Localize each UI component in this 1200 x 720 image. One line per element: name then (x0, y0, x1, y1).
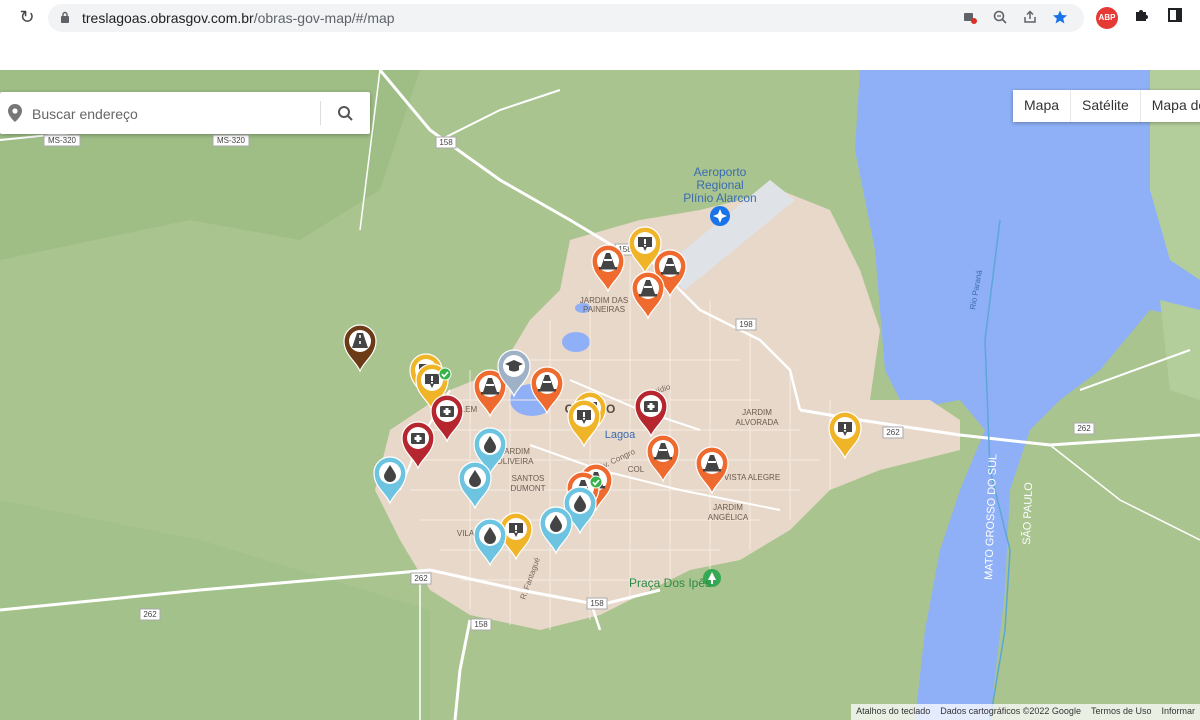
map-type-satelite[interactable]: Satélite (1071, 90, 1141, 122)
map-marker-drop[interactable] (373, 456, 407, 505)
url-host: treslagoas.obrasgov.com.br (82, 10, 254, 26)
map-marker-road[interactable] (343, 324, 377, 373)
hospital-icon (411, 433, 425, 444)
reload-icon[interactable]: ↻ (16, 6, 38, 28)
map-type-control: Mapa Satélite Mapa de (1013, 90, 1200, 122)
location-pin-icon (8, 104, 22, 122)
map-attribution: Atalhos do teclado Dados cartográficos ©… (851, 704, 1200, 720)
map-marker-alert[interactable] (828, 411, 862, 460)
puzzle-icon[interactable] (1130, 7, 1152, 29)
lock-icon (61, 11, 69, 23)
map-marker-cone[interactable] (631, 271, 665, 320)
search-icon (338, 106, 353, 121)
map-marker-hospital[interactable] (430, 394, 464, 443)
map-marker-cone[interactable] (530, 366, 564, 415)
adblock-icon[interactable]: ABP (1096, 7, 1118, 29)
map-canvas[interactable]: MS-320 MS-320 158 158 158 158 198 262 26… (0, 70, 1200, 720)
search-divider (320, 101, 321, 125)
map-data-credit: Dados cartográficos ©2022 Google (940, 706, 1081, 716)
keyboard-shortcuts-link[interactable]: Atalhos do teclado (851, 704, 935, 720)
hospital-icon (644, 401, 658, 412)
star-icon[interactable] (1050, 9, 1070, 27)
project-markers (343, 226, 862, 567)
url-text: treslagoas.obrasgov.com.br/obras-gov-map… (82, 10, 395, 26)
share-icon[interactable] (1020, 9, 1040, 27)
url-path: /obras-gov-map/#/map (253, 10, 395, 26)
hospital-icon (440, 406, 454, 417)
address-search-box (0, 92, 370, 134)
map-type-mapa-de[interactable]: Mapa de (1141, 90, 1200, 122)
address-search-input[interactable] (30, 100, 314, 128)
search-button[interactable] (330, 100, 360, 126)
map-marker-cone[interactable] (646, 434, 680, 483)
map-marker-hospital[interactable] (401, 421, 435, 470)
map-type-mapa[interactable]: Mapa (1013, 90, 1072, 122)
map-marker-cone[interactable] (695, 446, 729, 495)
map-marker-drop[interactable] (539, 506, 573, 555)
map-marker-drop[interactable] (473, 518, 507, 567)
map-marker-alert[interactable] (567, 399, 601, 448)
terms-link[interactable]: Termos de Uso (1086, 704, 1157, 720)
zoom-icon[interactable] (990, 9, 1010, 27)
check-badge-icon (589, 475, 603, 489)
browser-toolbar: ↻ treslagoas.obrasgov.com.br/obras-gov-m… (0, 0, 1200, 36)
check-badge-icon (438, 367, 452, 381)
address-bar[interactable]: treslagoas.obrasgov.com.br/obras-gov-map… (48, 4, 1084, 32)
map-marker-drop[interactable] (458, 461, 492, 510)
sidepanel-icon[interactable] (1164, 7, 1186, 29)
map-marker-cone[interactable] (591, 244, 625, 293)
camera-blocked-icon[interactable] (960, 9, 980, 27)
page-header-space (0, 36, 1200, 70)
report-link[interactable]: Informar (1156, 704, 1200, 720)
map-marker-hospital[interactable] (634, 389, 668, 438)
